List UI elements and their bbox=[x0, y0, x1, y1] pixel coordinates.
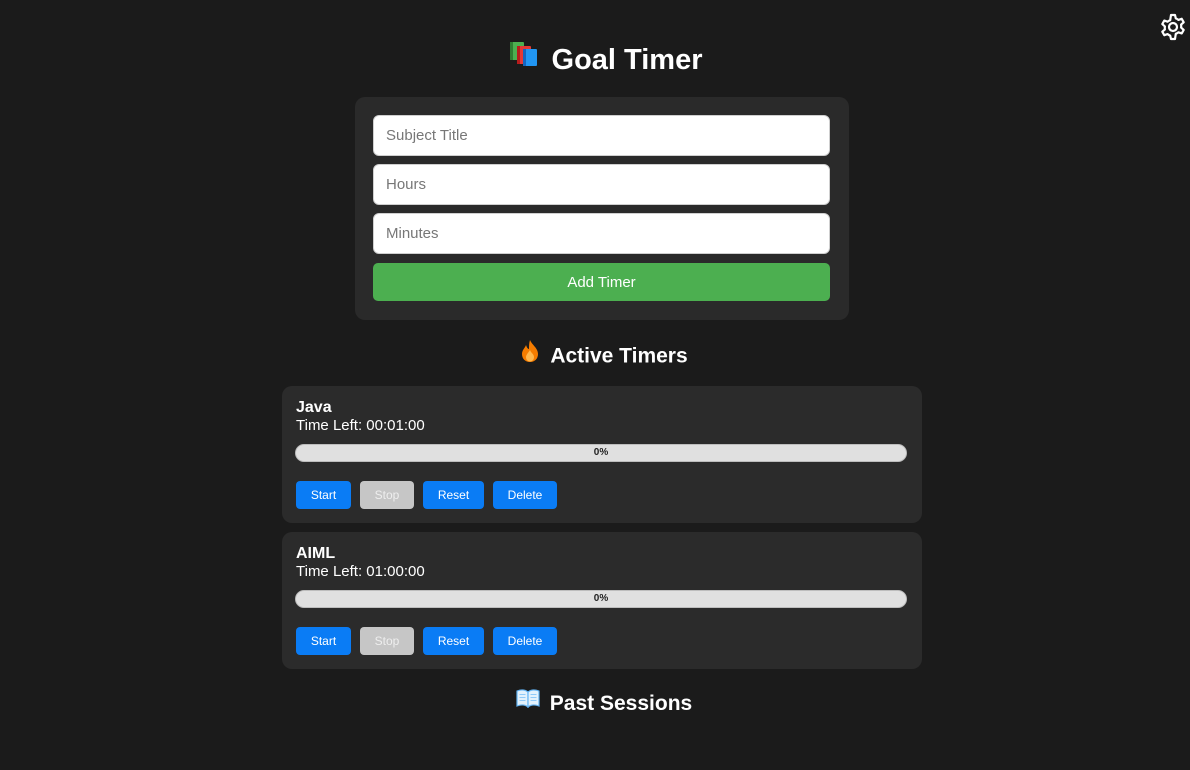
reset-button[interactable]: Reset bbox=[423, 481, 484, 509]
delete-button[interactable]: Delete bbox=[493, 627, 557, 655]
timer-progress-label: 0% bbox=[593, 447, 609, 458]
timer-card-aiml: AIML Time Left: 01:00:00 0% Start Stop R… bbox=[282, 532, 922, 669]
delete-button[interactable]: Delete bbox=[493, 481, 557, 509]
stop-button[interactable]: Stop bbox=[360, 481, 414, 509]
start-button[interactable]: Start bbox=[296, 481, 351, 509]
reset-button[interactable]: Reset bbox=[423, 627, 484, 655]
add-timer-form: Add Timer bbox=[355, 97, 849, 320]
stop-button[interactable]: Stop bbox=[360, 627, 414, 655]
timer-progress-label: 0% bbox=[593, 593, 609, 604]
active-timers-heading: Active Timers bbox=[0, 339, 1190, 373]
timer-controls: Start Stop Reset Delete bbox=[296, 481, 557, 509]
timer-controls: Start Stop Reset Delete bbox=[296, 627, 557, 655]
goal-timer-page: Goal Timer Add Timer Active Timers Java … bbox=[0, 0, 1190, 770]
subject-title-input[interactable] bbox=[373, 115, 830, 156]
timer-progress-bar: 0% bbox=[295, 590, 907, 608]
timer-time-left: Time Left: 00:01:00 bbox=[296, 417, 425, 434]
minutes-input[interactable] bbox=[373, 213, 830, 254]
past-sessions-heading: Past Sessions bbox=[0, 688, 1190, 718]
timer-name: AIML bbox=[296, 545, 336, 562]
settings-button[interactable] bbox=[1156, 10, 1190, 44]
timer-time-left: Time Left: 01:00:00 bbox=[296, 563, 425, 580]
timer-progress-bar: 0% bbox=[295, 444, 907, 462]
active-timers-heading-text: Active Timers bbox=[550, 344, 688, 368]
start-button[interactable]: Start bbox=[296, 627, 351, 655]
hours-input[interactable] bbox=[373, 164, 830, 205]
timer-name: Java bbox=[296, 399, 332, 416]
page-title-text: Goal Timer bbox=[551, 44, 703, 76]
page-title: Goal Timer bbox=[0, 40, 1190, 81]
timer-card-java: Java Time Left: 00:01:00 0% Start Stop R… bbox=[282, 386, 922, 523]
add-timer-button[interactable]: Add Timer bbox=[373, 263, 830, 301]
past-sessions-heading-text: Past Sessions bbox=[549, 692, 693, 715]
open-book-icon bbox=[516, 688, 540, 716]
fire-icon bbox=[520, 339, 540, 371]
books-icon bbox=[508, 38, 540, 78]
gear-icon bbox=[1161, 13, 1185, 41]
